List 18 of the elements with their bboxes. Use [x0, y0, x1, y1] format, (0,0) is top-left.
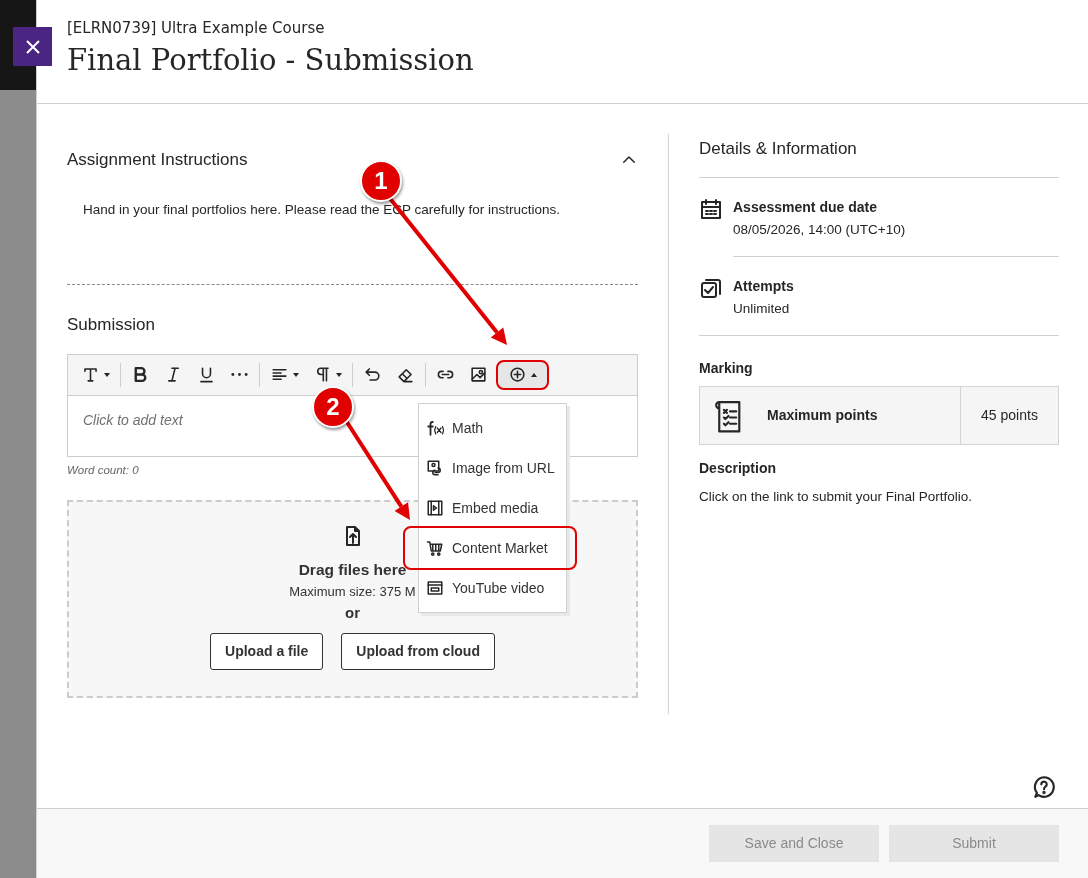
detail-value: Unlimited	[733, 299, 791, 318]
max-size-text: Maximum size: 375 M	[289, 583, 416, 602]
course-name: [ELRN0739] Ultra Example Course	[67, 18, 326, 38]
detail-label: Assessment due date	[733, 197, 878, 217]
marking-value: 45 points	[980, 406, 1039, 425]
marking-label: Maximum points	[767, 406, 878, 425]
description-text: Click on the link to submit your Final Portfolio.	[699, 488, 974, 506]
page-title: Final Portfolio - Submission	[67, 42, 475, 79]
section-heading: Assignment Instructions	[67, 149, 248, 172]
marking-heading: Marking	[699, 359, 754, 378]
detail-value: 08/05/2026, 14:00 (UTC+10)	[733, 220, 907, 239]
word-count: Word count: 0	[67, 462, 139, 478]
section-heading: Submission	[67, 314, 156, 337]
section-heading: Details & Information	[699, 138, 858, 160]
or-text: or	[345, 602, 360, 623]
detail-label: Attempts	[733, 276, 795, 296]
description-heading: Description	[699, 459, 777, 478]
dropzone-heading: Drag files here	[298, 560, 407, 580]
